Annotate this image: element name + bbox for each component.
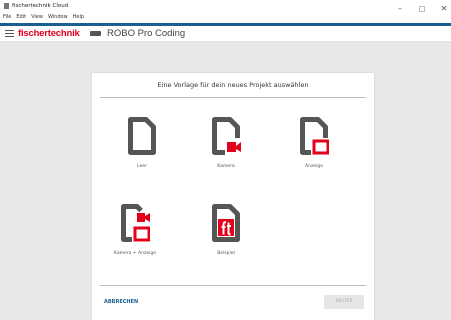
close-icon[interactable]: ✕ — [437, 4, 451, 14]
menu-view[interactable]: View — [31, 13, 43, 21]
dialog-title: Eine Vorlage für dein neues Projekt ausw… — [157, 81, 309, 89]
template-label: Beispiel — [217, 251, 235, 256]
template-beispiel[interactable]: Beispiel — [191, 203, 261, 278]
document-ft-example-icon — [212, 204, 240, 242]
divider — [100, 97, 366, 98]
window-titlebar: fischertechnik Cloud File Edit View Wind… — [0, 0, 451, 23]
app-header: fischertechnik ROBO Pro Coding — [0, 26, 451, 42]
menu-bar: File Edit View Window Help — [3, 13, 89, 21]
template-dialog: Eine Vorlage für dein neues Projekt ausw… — [92, 73, 374, 320]
menu-edit[interactable]: Edit — [16, 13, 26, 21]
menu-window[interactable]: Window — [48, 13, 68, 21]
document-camera-icon — [212, 117, 241, 155]
template-label: Anzeige — [305, 164, 323, 169]
template-label: Leer — [137, 164, 147, 169]
template-kamera[interactable]: Kamera — [191, 116, 261, 191]
template-leer[interactable]: Leer — [107, 116, 177, 191]
cancel-button[interactable]: ABBRECHEN — [104, 299, 138, 306]
blank-document-icon — [128, 117, 156, 155]
hamburger-menu-icon[interactable] — [5, 30, 14, 37]
menu-file[interactable]: File — [3, 13, 11, 21]
app-icon — [4, 3, 9, 9]
template-label: Kamera + Anzeige — [114, 251, 156, 256]
window-title: fischertechnik Cloud — [12, 3, 69, 9]
template-label: Kamera — [217, 164, 235, 169]
template-kamera-anzeige[interactable]: Kamera + Anzeige — [100, 203, 170, 278]
app-name: ROBO Pro Coding — [107, 28, 186, 39]
brand-logo-text: fischertechnik — [18, 28, 80, 39]
template-anzeige[interactable]: Anzeige — [279, 116, 349, 191]
divider — [100, 285, 366, 286]
next-button[interactable]: WEITER — [324, 295, 364, 309]
maximize-icon[interactable]: □ — [415, 4, 429, 14]
minimize-icon[interactable]: – — [393, 4, 407, 14]
brand-logo-icon — [90, 31, 101, 36]
document-display-icon — [300, 117, 329, 155]
menu-help[interactable]: Help — [73, 13, 84, 21]
document-camera-display-icon — [121, 204, 150, 242]
